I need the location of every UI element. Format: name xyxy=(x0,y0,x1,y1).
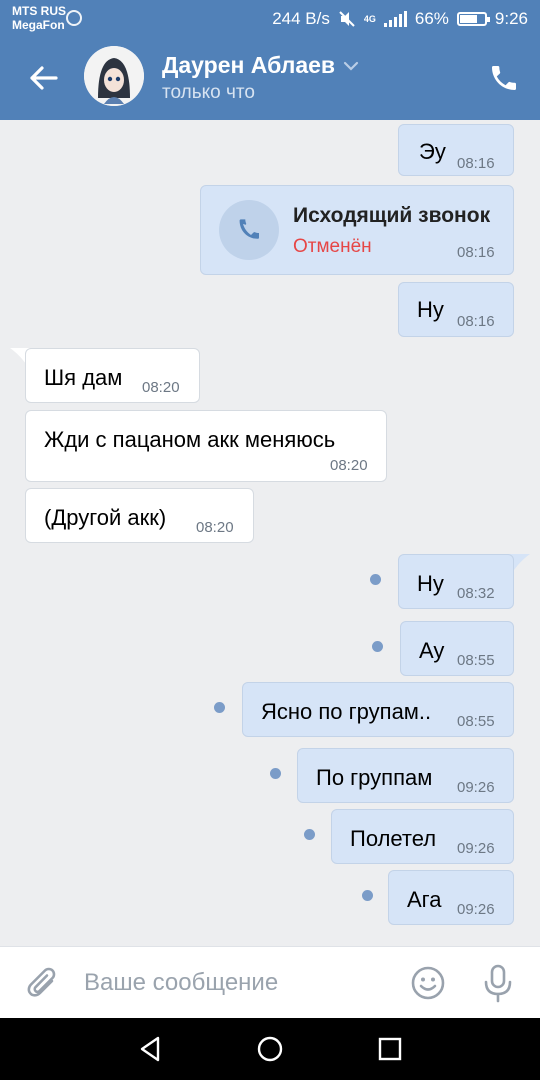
signal-type: 4G xyxy=(363,14,376,24)
message-outgoing[interactable]: Ясно по групам.. 08:55 xyxy=(242,682,514,737)
message-text: Ну xyxy=(417,297,444,322)
phone-icon xyxy=(239,219,259,239)
unread-indicator xyxy=(304,829,315,840)
phone-icon[interactable] xyxy=(488,62,520,94)
message-time: 08:20 xyxy=(196,519,234,536)
message-outgoing[interactable]: Ну 08:32 xyxy=(398,554,514,609)
unread-indicator xyxy=(362,890,373,901)
message-text: Шя дам xyxy=(44,365,123,390)
message-text: Жди с пацаном акк меняюсь xyxy=(44,427,336,452)
chat-header: Даурен Аблаев только что xyxy=(0,40,540,118)
message-time: 08:20 xyxy=(330,457,368,474)
contact-status: только что xyxy=(162,82,255,103)
message-time: 08:55 xyxy=(457,652,495,669)
unread-indicator xyxy=(370,574,381,585)
unread-indicator xyxy=(372,641,383,652)
call-title: Исходящий звонок xyxy=(293,204,491,227)
paperclip-icon[interactable] xyxy=(26,965,60,1001)
message-time: 08:55 xyxy=(457,713,495,730)
unread-indicator xyxy=(270,768,281,779)
message-text: Ага xyxy=(407,887,442,912)
app-header: MTS RUS MegaFon 244 B/s 4G 66% 9:26 Даур… xyxy=(0,0,540,120)
microphone-icon[interactable] xyxy=(480,963,516,1003)
call-icon-circle xyxy=(219,200,279,260)
signal-icon xyxy=(383,11,407,27)
message-text: (Другой акк) xyxy=(44,505,167,530)
message-outgoing[interactable]: Полетел 09:26 xyxy=(331,809,514,864)
status-bar: MTS RUS MegaFon 244 B/s 4G 66% 9:26 xyxy=(0,0,540,38)
message-time: 08:16 xyxy=(457,244,495,261)
chevron-down-icon xyxy=(343,61,359,71)
emoji-icon[interactable] xyxy=(410,965,446,1001)
carrier-2: MegaFon xyxy=(12,18,65,32)
chat-title[interactable]: Даурен Аблаев xyxy=(162,52,359,79)
message-outgoing[interactable]: Ау 08:55 xyxy=(400,621,514,676)
message-time: 09:26 xyxy=(457,840,495,857)
message-time: 09:26 xyxy=(457,901,495,918)
message-outgoing[interactable]: По группам 09:26 xyxy=(297,748,514,803)
message-incoming[interactable]: (Другой акк) 08:20 xyxy=(25,488,254,543)
status-right: 244 B/s 4G 66% 9:26 xyxy=(272,8,528,30)
message-list[interactable]: Эу 08:16 Исходящий звонок Отменён 08:16 … xyxy=(0,120,540,946)
net-speed: 244 B/s xyxy=(272,9,330,28)
message-text: Эу xyxy=(419,139,446,164)
avatar[interactable] xyxy=(84,46,144,106)
message-text: Ну xyxy=(417,571,444,596)
message-time: 08:32 xyxy=(457,585,495,602)
message-composer xyxy=(0,946,540,1018)
recents-square-icon[interactable] xyxy=(375,1034,405,1064)
globe-icon xyxy=(66,10,82,26)
message-text: Ау xyxy=(419,638,445,663)
message-time: 08:16 xyxy=(457,155,495,172)
message-time: 09:26 xyxy=(457,779,495,796)
home-circle-icon[interactable] xyxy=(255,1034,285,1064)
message-text: Полетел xyxy=(350,826,437,851)
call-message[interactable]: Исходящий звонок Отменён 08:16 xyxy=(200,185,514,275)
carrier-1: MTS RUS xyxy=(12,4,66,18)
message-incoming[interactable]: Жди с пацаном акк меняюсь 08:20 xyxy=(25,410,387,482)
back-arrow-icon[interactable] xyxy=(26,60,62,96)
system-nav-bar xyxy=(0,1018,540,1080)
message-incoming[interactable]: Шя дам 08:20 xyxy=(25,348,200,403)
carrier-info: MTS RUS MegaFon xyxy=(12,4,66,32)
message-outgoing[interactable]: Ну 08:16 xyxy=(398,282,514,337)
message-input[interactable] xyxy=(84,961,384,1005)
message-text: Ясно по групам.. xyxy=(261,699,432,724)
message-text: По группам xyxy=(316,765,433,790)
clock: 9:26 xyxy=(494,9,528,28)
unread-indicator xyxy=(214,702,225,713)
avatar-image xyxy=(84,46,144,106)
battery-percent: 66% xyxy=(414,9,449,28)
battery-icon xyxy=(456,12,490,26)
mute-icon xyxy=(339,11,355,27)
contact-name: Даурен Аблаев xyxy=(162,52,336,78)
message-outgoing[interactable]: Ага 09:26 xyxy=(388,870,514,925)
message-outgoing[interactable]: Эу 08:16 xyxy=(398,124,514,176)
message-time: 08:16 xyxy=(457,313,495,330)
message-time: 08:20 xyxy=(142,379,180,396)
call-state: Отменён xyxy=(293,236,372,257)
back-triangle-icon[interactable] xyxy=(136,1034,166,1064)
